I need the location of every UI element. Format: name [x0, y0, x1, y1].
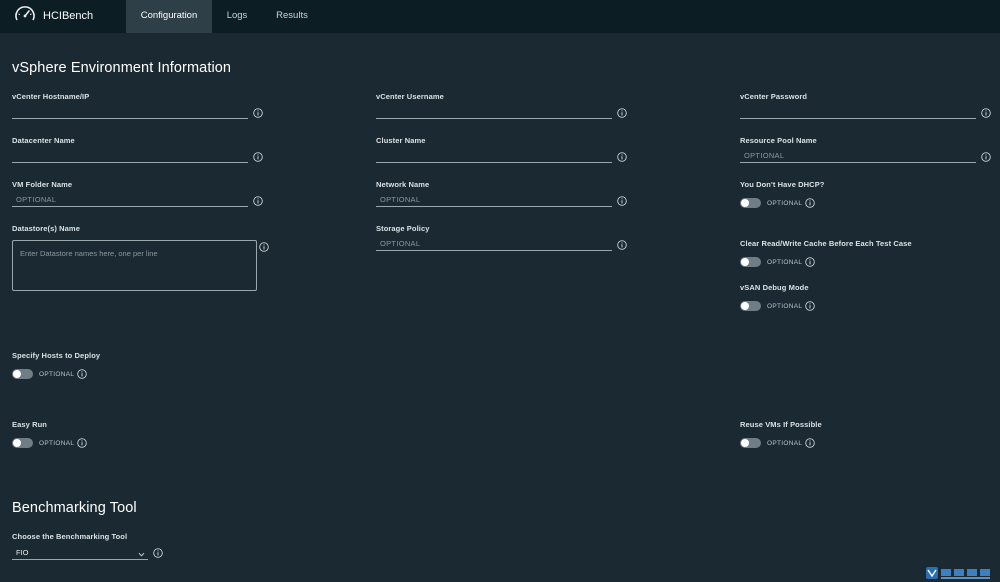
vm-folder-name-label: VM Folder Name: [12, 180, 73, 189]
no-dhcp-toggle[interactable]: [740, 198, 761, 208]
vcenter-username-label: vCenter Username: [376, 92, 444, 101]
benchmarking-tool-selected-value: FIO: [16, 548, 29, 557]
toggle-optional-text: OPTIONAL: [767, 258, 803, 266]
vm-folder-name-input[interactable]: [12, 193, 248, 207]
clear-cache-toggle[interactable]: [740, 257, 761, 267]
toggle-knob: [13, 439, 21, 447]
info-icon[interactable]: [617, 152, 627, 162]
vcenter-hostname-label: vCenter Hostname/IP: [12, 92, 90, 101]
benchmarking-tool-select[interactable]: FIO: [12, 546, 148, 560]
info-icon[interactable]: [153, 548, 163, 558]
info-icon[interactable]: [253, 196, 263, 206]
no-dhcp-label: You Don't Have DHCP?: [740, 180, 825, 189]
easy-run-label: Easy Run: [12, 420, 47, 429]
network-name-input[interactable]: [376, 193, 612, 207]
toggle-knob: [741, 258, 749, 266]
toggle-optional-text: OPTIONAL: [767, 439, 803, 447]
toggle-optional-text: OPTIONAL: [39, 439, 75, 447]
toggle-knob: [741, 439, 749, 447]
storage-policy-label: Storage Policy: [376, 224, 430, 233]
reuse-vms-toggle-row: OPTIONAL: [740, 437, 816, 449]
toggle-knob: [13, 370, 21, 378]
info-icon[interactable]: [77, 438, 88, 448]
toggle-optional-text: OPTIONAL: [767, 302, 803, 310]
info-icon[interactable]: [617, 108, 627, 118]
toggle-knob: [741, 199, 749, 207]
toggle-optional-text: OPTIONAL: [767, 199, 803, 207]
chevron-down-icon: [138, 549, 145, 557]
info-icon[interactable]: [617, 240, 627, 250]
no-dhcp-toggle-row: OPTIONAL: [740, 197, 816, 209]
toggle-knob: [741, 302, 749, 310]
benchmarking-tool-label: Choose the Benchmarking Tool: [12, 532, 128, 541]
cluster-name-input[interactable]: [376, 149, 612, 163]
speedometer-logo-icon: [14, 5, 36, 28]
info-icon[interactable]: [77, 369, 88, 379]
datastores-label: Datastore(s) Name: [12, 224, 80, 233]
info-icon[interactable]: [259, 242, 269, 252]
specify-hosts-label: Specify Hosts to Deploy: [12, 351, 101, 360]
storage-policy-input[interactable]: [376, 237, 612, 251]
easy-run-toggle[interactable]: [12, 438, 33, 448]
brand[interactable]: HCIBench: [14, 5, 94, 28]
info-icon[interactable]: [805, 257, 816, 267]
vsan-debug-toggle[interactable]: [740, 301, 761, 311]
network-name-label: Network Name: [376, 180, 430, 189]
info-icon[interactable]: [253, 152, 263, 162]
tab-logs[interactable]: Logs: [218, 0, 256, 33]
section-title-vsphere: vSphere Environment Information: [12, 60, 232, 76]
top-nav-bar: HCIBench Configuration Logs Results: [0, 0, 1000, 33]
tab-configuration[interactable]: Configuration: [126, 0, 212, 33]
datastores-textarea[interactable]: [12, 240, 257, 291]
datacenter-name-label: Datacenter Name: [12, 136, 75, 145]
info-icon[interactable]: [981, 108, 991, 118]
clear-cache-label: Clear Read/Write Cache Before Each Test …: [740, 239, 912, 248]
specify-hosts-toggle[interactable]: [12, 369, 33, 379]
app-name: HCIBench: [43, 10, 94, 22]
easy-run-toggle-row: OPTIONAL: [12, 437, 88, 449]
resource-pool-name-input[interactable]: [740, 149, 976, 163]
vcenter-hostname-input[interactable]: [12, 105, 248, 119]
info-icon[interactable]: [805, 438, 816, 448]
info-icon[interactable]: [617, 196, 627, 206]
reuse-vms-toggle[interactable]: [740, 438, 761, 448]
vcenter-password-input[interactable]: [740, 105, 976, 119]
section-title-benchmarking: Benchmarking Tool: [12, 500, 137, 516]
cluster-name-label: Cluster Name: [376, 136, 426, 145]
vcenter-username-input[interactable]: [376, 105, 612, 119]
info-icon[interactable]: [981, 152, 991, 162]
resource-pool-name-label: Resource Pool Name: [740, 136, 817, 145]
clear-cache-toggle-row: OPTIONAL: [740, 256, 816, 268]
reuse-vms-label: Reuse VMs If Possible: [740, 420, 822, 429]
info-icon[interactable]: [805, 301, 816, 311]
toggle-optional-text: OPTIONAL: [39, 370, 75, 378]
datacenter-name-input[interactable]: [12, 149, 248, 163]
watermark-logo: [926, 564, 994, 580]
vcenter-password-label: vCenter Password: [740, 92, 808, 101]
info-icon[interactable]: [253, 108, 263, 118]
info-icon[interactable]: [805, 198, 816, 208]
vsan-debug-label: vSAN Debug Mode: [740, 283, 809, 292]
vsan-debug-toggle-row: OPTIONAL: [740, 300, 816, 312]
specify-hosts-toggle-row: OPTIONAL: [12, 368, 88, 380]
tab-results[interactable]: Results: [268, 0, 316, 33]
